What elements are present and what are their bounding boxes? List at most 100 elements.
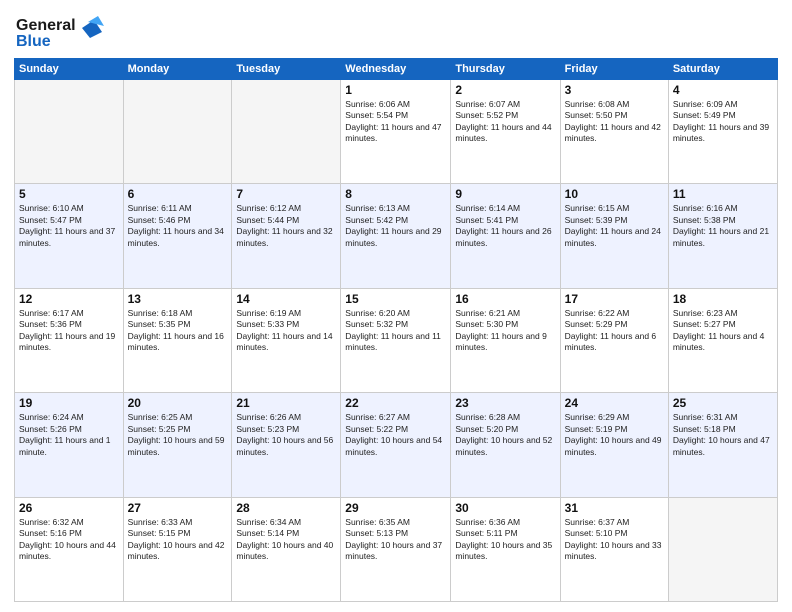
day-number: 28 <box>236 501 336 515</box>
calendar-cell: 2 Sunrise: 6:07 AM Sunset: 5:52 PM Daylig… <box>451 80 560 184</box>
day-number: 22 <box>345 396 446 410</box>
calendar-cell: 18 Sunrise: 6:23 AM Sunset: 5:27 PM Dayli… <box>668 288 777 392</box>
logo-icon: General Blue <box>14 10 104 52</box>
calendar-cell: 25 Sunrise: 6:31 AM Sunset: 5:18 PM Dayli… <box>668 393 777 497</box>
day-info: Sunrise: 6:10 AM Sunset: 5:47 PM Dayligh… <box>19 203 119 249</box>
day-number: 11 <box>673 187 773 201</box>
day-info: Sunrise: 6:37 AM Sunset: 5:10 PM Dayligh… <box>565 517 664 563</box>
day-number: 18 <box>673 292 773 306</box>
calendar-cell: 29Sunrise: 6:35 AM Sunset: 5:13 PM Dayli… <box>341 497 451 601</box>
day-info: Sunrise: 6:36 AM Sunset: 5:11 PM Dayligh… <box>455 517 555 563</box>
day-number: 10 <box>565 187 664 201</box>
day-number: 30 <box>455 501 555 515</box>
day-info: Sunrise: 6:09 AM Sunset: 5:49 PM Dayligh… <box>673 99 773 145</box>
calendar-cell: 22 Sunrise: 6:27 AM Sunset: 5:22 PM Dayli… <box>341 393 451 497</box>
day-number: 5 <box>19 187 119 201</box>
day-info: Sunrise: 6:27 AM Sunset: 5:22 PM Dayligh… <box>345 412 446 458</box>
page-container: General Blue SundayMondayTuesdayWednesda… <box>0 0 792 612</box>
day-info: Sunrise: 6:17 AM Sunset: 5:36 PM Dayligh… <box>19 308 119 354</box>
day-info: Sunrise: 6:14 AM Sunset: 5:41 PM Dayligh… <box>455 203 555 249</box>
day-number: 2 <box>455 83 555 97</box>
day-number: 17 <box>565 292 664 306</box>
day-number: 21 <box>236 396 336 410</box>
day-number: 31 <box>565 501 664 515</box>
day-info: Sunrise: 6:24 AM Sunset: 5:26 PM Dayligh… <box>19 412 119 458</box>
day-info: Sunrise: 6:08 AM Sunset: 5:50 PM Dayligh… <box>565 99 664 145</box>
calendar-cell: 13Sunrise: 6:18 AM Sunset: 5:35 PM Dayli… <box>123 288 232 392</box>
day-info: Sunrise: 6:21 AM Sunset: 5:30 PM Dayligh… <box>455 308 555 354</box>
weekday-header-saturday: Saturday <box>668 59 777 80</box>
day-info: Sunrise: 6:32 AM Sunset: 5:16 PM Dayligh… <box>19 517 119 563</box>
calendar-table: SundayMondayTuesdayWednesdayThursdayFrid… <box>14 58 778 602</box>
day-info: Sunrise: 6:11 AM Sunset: 5:46 PM Dayligh… <box>128 203 228 249</box>
day-info: Sunrise: 6:22 AM Sunset: 5:29 PM Dayligh… <box>565 308 664 354</box>
day-info: Sunrise: 6:20 AM Sunset: 5:32 PM Dayligh… <box>345 308 446 354</box>
day-info: Sunrise: 6:13 AM Sunset: 5:42 PM Dayligh… <box>345 203 446 249</box>
calendar-cell: 21 Sunrise: 6:26 AM Sunset: 5:23 PM Dayli… <box>232 393 341 497</box>
calendar-cell: 3 Sunrise: 6:08 AM Sunset: 5:50 PM Daylig… <box>560 80 668 184</box>
calendar-cell <box>15 80 124 184</box>
day-number: 26 <box>19 501 119 515</box>
day-number: 12 <box>19 292 119 306</box>
day-info: Sunrise: 6:26 AM Sunset: 5:23 PM Dayligh… <box>236 412 336 458</box>
calendar-cell: 16 Sunrise: 6:21 AM Sunset: 5:30 PM Dayli… <box>451 288 560 392</box>
week-row-3: 12 Sunrise: 6:17 AM Sunset: 5:36 PM Dayli… <box>15 288 778 392</box>
calendar-cell: 7Sunrise: 6:12 AM Sunset: 5:44 PM Daylig… <box>232 184 341 288</box>
day-info: Sunrise: 6:07 AM Sunset: 5:52 PM Dayligh… <box>455 99 555 145</box>
calendar-cell: 23Sunrise: 6:28 AM Sunset: 5:20 PM Dayli… <box>451 393 560 497</box>
calendar-cell: 5 Sunrise: 6:10 AM Sunset: 5:47 PM Daylig… <box>15 184 124 288</box>
calendar-cell <box>123 80 232 184</box>
day-number: 14 <box>236 292 336 306</box>
day-info: Sunrise: 6:23 AM Sunset: 5:27 PM Dayligh… <box>673 308 773 354</box>
weekday-header-wednesday: Wednesday <box>341 59 451 80</box>
day-number: 25 <box>673 396 773 410</box>
day-info: Sunrise: 6:25 AM Sunset: 5:25 PM Dayligh… <box>128 412 228 458</box>
day-info: Sunrise: 6:29 AM Sunset: 5:19 PM Dayligh… <box>565 412 664 458</box>
calendar-cell: 11 Sunrise: 6:16 AM Sunset: 5:38 PM Dayli… <box>668 184 777 288</box>
week-row-5: 26 Sunrise: 6:32 AM Sunset: 5:16 PM Dayli… <box>15 497 778 601</box>
day-info: Sunrise: 6:19 AM Sunset: 5:33 PM Dayligh… <box>236 308 336 354</box>
weekday-header-friday: Friday <box>560 59 668 80</box>
calendar-cell: 28 Sunrise: 6:34 AM Sunset: 5:14 PM Dayli… <box>232 497 341 601</box>
day-number: 24 <box>565 396 664 410</box>
calendar-cell: 31 Sunrise: 6:37 AM Sunset: 5:10 PM Dayli… <box>560 497 668 601</box>
svg-text:General: General <box>16 17 76 34</box>
calendar-cell: 10Sunrise: 6:15 AM Sunset: 5:39 PM Dayli… <box>560 184 668 288</box>
weekday-header-tuesday: Tuesday <box>232 59 341 80</box>
day-number: 4 <box>673 83 773 97</box>
day-number: 27 <box>128 501 228 515</box>
calendar-cell: 17 Sunrise: 6:22 AM Sunset: 5:29 PM Dayli… <box>560 288 668 392</box>
day-info: Sunrise: 6:16 AM Sunset: 5:38 PM Dayligh… <box>673 203 773 249</box>
header-row: SundayMondayTuesdayWednesdayThursdayFrid… <box>15 59 778 80</box>
day-number: 19 <box>19 396 119 410</box>
calendar-cell: 6Sunrise: 6:11 AM Sunset: 5:46 PM Daylig… <box>123 184 232 288</box>
calendar-cell: 4 Sunrise: 6:09 AM Sunset: 5:49 PM Daylig… <box>668 80 777 184</box>
day-info: Sunrise: 6:33 AM Sunset: 5:15 PM Dayligh… <box>128 517 228 563</box>
calendar-cell: 30 Sunrise: 6:36 AM Sunset: 5:11 PM Dayli… <box>451 497 560 601</box>
day-number: 8 <box>345 187 446 201</box>
calendar-cell <box>668 497 777 601</box>
calendar-cell: 9 Sunrise: 6:14 AM Sunset: 5:41 PM Daylig… <box>451 184 560 288</box>
calendar-cell: 12 Sunrise: 6:17 AM Sunset: 5:36 PM Dayli… <box>15 288 124 392</box>
logo: General Blue <box>14 10 104 52</box>
day-number: 16 <box>455 292 555 306</box>
week-row-1: 1Sunrise: 6:06 AM Sunset: 5:54 PM Daylig… <box>15 80 778 184</box>
day-info: Sunrise: 6:06 AM Sunset: 5:54 PM Dayligh… <box>345 99 446 145</box>
weekday-header-thursday: Thursday <box>451 59 560 80</box>
calendar-cell: 20 Sunrise: 6:25 AM Sunset: 5:25 PM Dayli… <box>123 393 232 497</box>
calendar-cell: 24 Sunrise: 6:29 AM Sunset: 5:19 PM Dayli… <box>560 393 668 497</box>
day-number: 20 <box>128 396 228 410</box>
weekday-header-sunday: Sunday <box>15 59 124 80</box>
day-number: 9 <box>455 187 555 201</box>
day-info: Sunrise: 6:34 AM Sunset: 5:14 PM Dayligh… <box>236 517 336 563</box>
day-number: 3 <box>565 83 664 97</box>
calendar-cell <box>232 80 341 184</box>
weekday-header-monday: Monday <box>123 59 232 80</box>
calendar-cell: 8 Sunrise: 6:13 AM Sunset: 5:42 PM Daylig… <box>341 184 451 288</box>
day-info: Sunrise: 6:31 AM Sunset: 5:18 PM Dayligh… <box>673 412 773 458</box>
week-row-4: 19 Sunrise: 6:24 AM Sunset: 5:26 PM Dayli… <box>15 393 778 497</box>
day-info: Sunrise: 6:35 AM Sunset: 5:13 PM Dayligh… <box>345 517 446 563</box>
day-info: Sunrise: 6:12 AM Sunset: 5:44 PM Dayligh… <box>236 203 336 249</box>
day-number: 13 <box>128 292 228 306</box>
calendar-cell: 27 Sunrise: 6:33 AM Sunset: 5:15 PM Dayli… <box>123 497 232 601</box>
